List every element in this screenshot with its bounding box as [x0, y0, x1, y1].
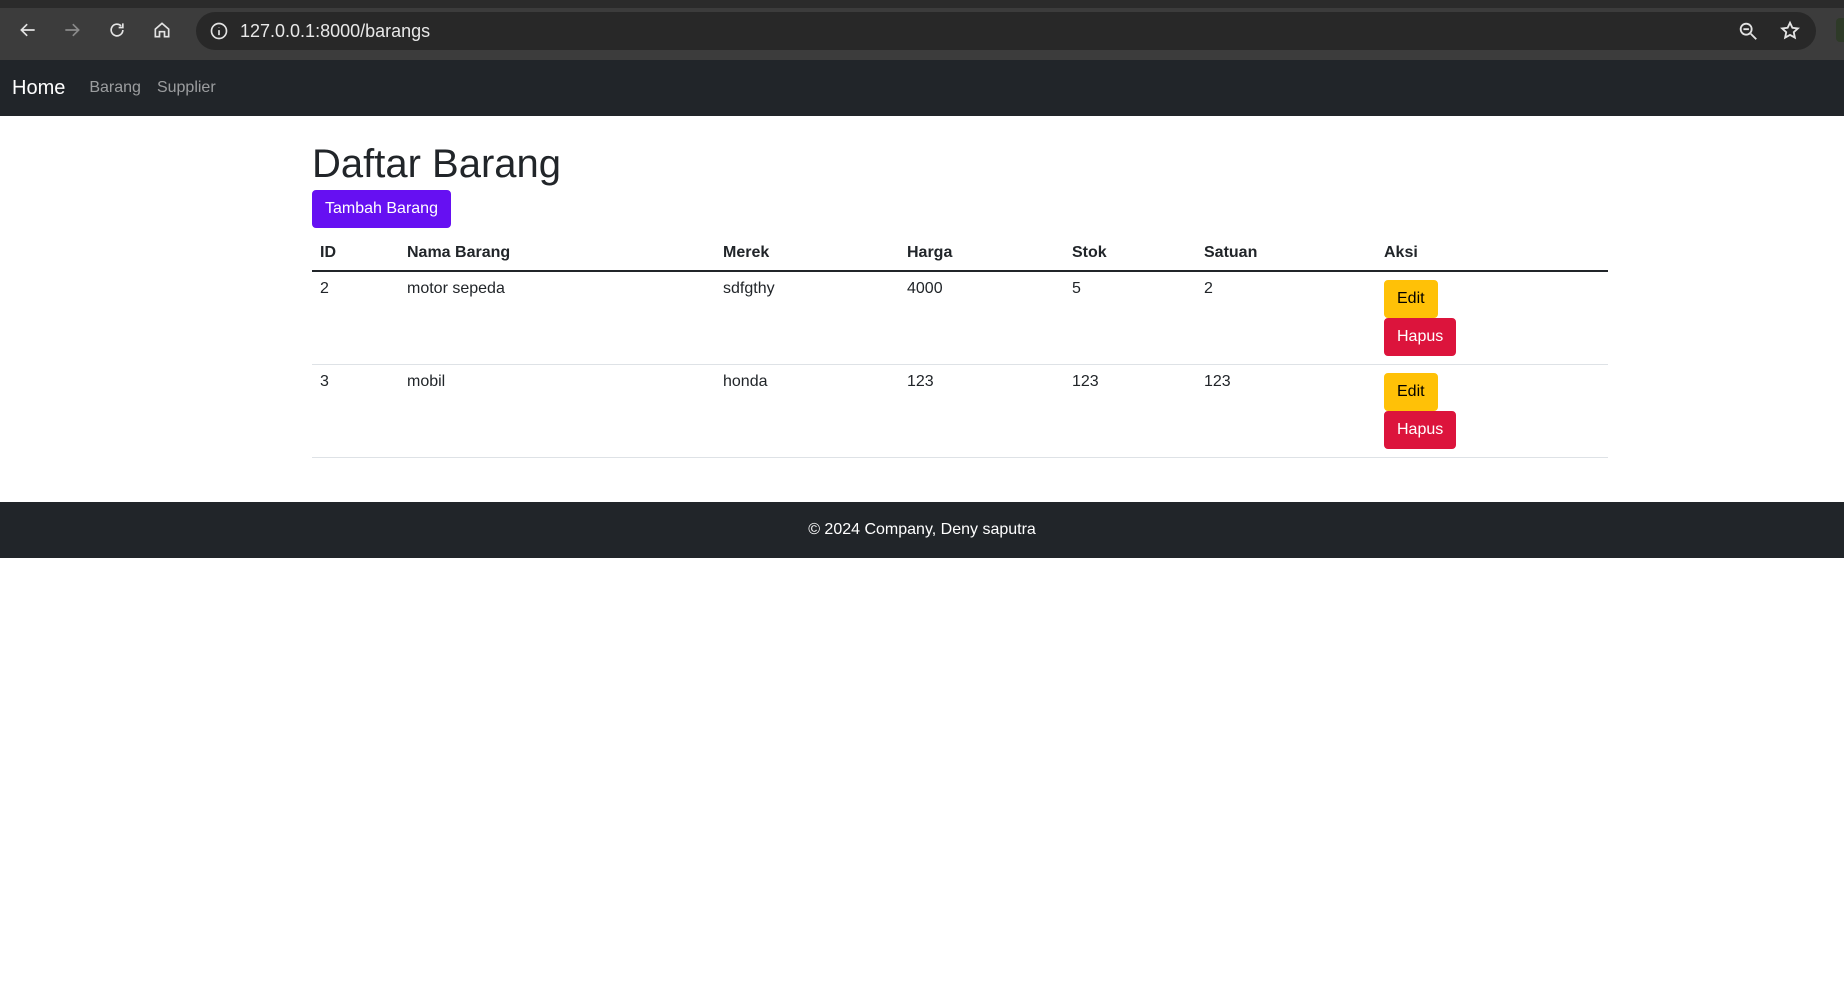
- cell-stok: 123: [1064, 364, 1196, 458]
- extension-icon[interactable]: [1836, 18, 1844, 42]
- bookmark-star-icon[interactable]: [1778, 19, 1802, 43]
- tab-strip: [0, 0, 1844, 8]
- cell-nama-barang: motor sepeda: [399, 271, 715, 365]
- cell-merek: honda: [715, 364, 899, 458]
- column-header-nama-barang: Nama Barang: [399, 236, 715, 272]
- delete-button[interactable]: Hapus: [1384, 318, 1457, 356]
- nav-link-supplier[interactable]: Supplier: [157, 79, 216, 97]
- column-header-harga: Harga: [899, 236, 1064, 272]
- page-footer: © 2024 Company, Deny saputra: [0, 502, 1844, 558]
- cell-harga: 123: [899, 364, 1064, 458]
- row-actions: Edit Hapus: [1384, 280, 1600, 356]
- footer-copyright: © 2024 Company, Deny saputra: [808, 521, 1036, 538]
- cell-nama-barang: mobil: [399, 364, 715, 458]
- forward-icon[interactable]: [56, 14, 88, 46]
- edit-button[interactable]: Edit: [1384, 373, 1438, 411]
- cell-id: 2: [312, 271, 399, 365]
- cell-satuan: 123: [1196, 364, 1376, 458]
- page-title: Daftar Barang: [312, 142, 562, 186]
- row-actions: Edit Hapus: [1384, 373, 1600, 449]
- cell-harga: 4000: [899, 271, 1064, 365]
- site-navbar: Home Barang Supplier: [0, 60, 1844, 116]
- zoom-icon[interactable]: [1736, 19, 1760, 43]
- cell-merek: sdfgthy: [715, 271, 899, 365]
- cell-satuan: 2: [1196, 271, 1376, 365]
- browser-toolbar: 127.0.0.1:8000/barangs: [0, 0, 1844, 60]
- navbar-brand-home[interactable]: Home: [12, 77, 65, 100]
- cell-aksi: Edit Hapus: [1376, 364, 1608, 458]
- table-row: 3 mobil honda 123 123 123 Edit Hapus: [312, 364, 1608, 458]
- url-text[interactable]: 127.0.0.1:8000/barangs: [240, 21, 430, 42]
- column-header-satuan: Satuan: [1196, 236, 1376, 272]
- table-row: 2 motor sepeda sdfgthy 4000 5 2 Edit Hap…: [312, 271, 1608, 365]
- home-icon[interactable]: [146, 14, 178, 46]
- cell-aksi: Edit Hapus: [1376, 271, 1608, 365]
- column-header-aksi: Aksi: [1376, 236, 1608, 272]
- reload-icon[interactable]: [101, 14, 133, 46]
- column-header-merek: Merek: [715, 236, 899, 272]
- table-header-row: ID Nama Barang Merek Harga Stok Satuan A…: [312, 236, 1608, 272]
- back-icon[interactable]: [12, 14, 44, 46]
- edit-button[interactable]: Edit: [1384, 280, 1438, 318]
- main-container: Daftar Barang Tambah Barang ID Nama Bara…: [312, 116, 1608, 458]
- column-header-stok: Stok: [1064, 236, 1196, 272]
- add-barang-button[interactable]: Tambah Barang: [312, 190, 451, 228]
- address-bar[interactable]: 127.0.0.1:8000/barangs: [196, 12, 1816, 50]
- delete-button[interactable]: Hapus: [1384, 411, 1457, 449]
- cell-id: 3: [312, 364, 399, 458]
- nav-link-barang[interactable]: Barang: [89, 79, 141, 97]
- site-info-icon[interactable]: [208, 20, 230, 42]
- column-header-id: ID: [312, 236, 399, 272]
- barang-table: ID Nama Barang Merek Harga Stok Satuan A…: [312, 236, 1608, 458]
- cell-stok: 5: [1064, 271, 1196, 365]
